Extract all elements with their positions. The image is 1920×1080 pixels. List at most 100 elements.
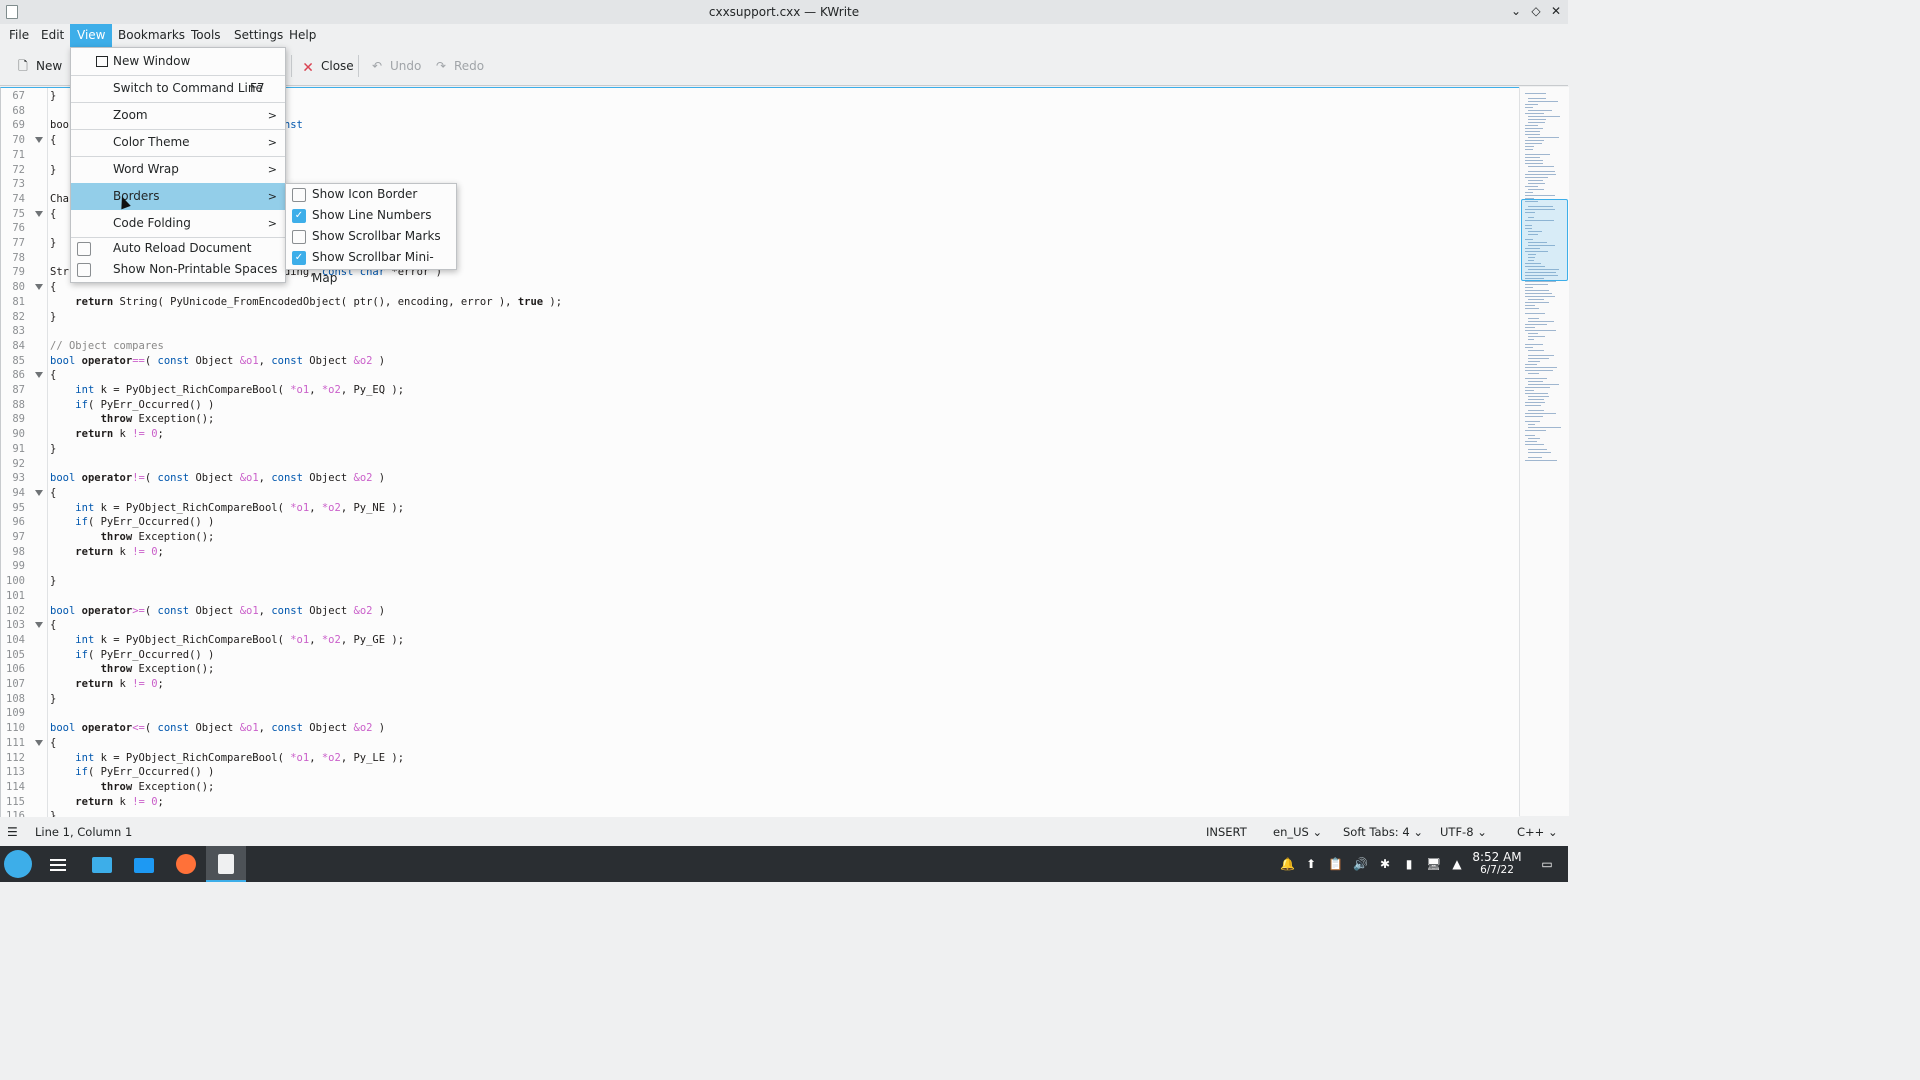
menu-edit[interactable]: Edit [34,24,71,47]
fold-arrow-icon[interactable] [35,137,43,144]
code-line[interactable]: 108} [1,692,1501,707]
menu-item-word-wrap[interactable]: Word Wrap > [71,156,285,183]
discover-store-icon[interactable] [88,850,116,878]
battery-icon[interactable]: ▮ [1402,857,1416,871]
syntax-selector[interactable]: C++ ⌄ [1517,820,1558,844]
sidebar-toggle-icon[interactable]: ☰ [7,820,18,844]
menu-item-color-theme[interactable]: Color Theme > [71,129,285,156]
minimize-icon[interactable]: ⌄ [1508,3,1524,19]
network-icon[interactable]: 🖥 [1426,857,1441,871]
menu-file[interactable]: File [2,24,36,47]
minimap-viewport[interactable] [1521,199,1568,281]
code-line[interactable]: 113 if( PyErr_Occurred() ) [1,765,1501,780]
menu-item-new-window[interactable]: New Window [71,48,285,75]
code-line[interactable]: 100} [1,574,1501,589]
code-line[interactable]: 97 throw Exception(); [1,530,1501,545]
menu-item-code-folding[interactable]: Code Folding > [71,210,285,237]
dictionary-selector[interactable]: en_US ⌄ [1273,820,1322,844]
menu-item-show-icon-border[interactable]: Show Icon Border [286,184,456,205]
fold-arrow-icon[interactable] [35,622,43,629]
code-line[interactable]: 105 if( PyErr_Occurred() ) [1,648,1501,663]
new-button[interactable]: 🗋 New [16,57,62,75]
menu-item-zoom[interactable]: Zoom > [71,102,285,129]
task-manager-icon[interactable] [44,850,72,878]
maximize-icon[interactable]: ◇ [1528,3,1544,19]
code-line[interactable]: 101 [1,589,1501,604]
cursor-position[interactable]: Line 1, Column 1 [35,820,132,844]
menu-bookmarks[interactable]: Bookmarks [111,24,192,47]
menu-item-show-line-numbers[interactable]: ✓ Show Line Numbers [286,205,456,226]
clipboard-icon[interactable]: 📋 [1328,857,1343,871]
clock[interactable]: 8:52 AM 6/7/22 [1466,851,1528,877]
encoding-selector[interactable]: UTF-8 ⌄ [1440,820,1487,844]
close-button[interactable]: 🗙 Close [301,57,353,75]
code-line[interactable]: 110 bool operator<=( const Object &o1, co… [1,721,1501,736]
redo-button[interactable]: ↷ Redo [434,57,484,75]
menu-item-show-scrollbar-minimap[interactable]: ✓ Show Scrollbar Mini-Map [286,247,456,285]
code-line[interactable]: 85 bool operator==( const Object &o1, con… [1,354,1501,369]
menu-item-borders[interactable]: Borders > [71,183,285,210]
tray-expand-icon[interactable]: ▲ [1450,857,1464,871]
file-manager-icon[interactable] [130,850,158,878]
code-line[interactable]: 102 bool operator>=( const Object &o1, co… [1,604,1501,619]
fold-arrow-icon[interactable] [35,489,43,496]
code-line[interactable]: 95 int k = PyObject_RichCompareBool( *o1… [1,501,1501,516]
code-line[interactable]: 93 bool operator!=( const Object &o1, con… [1,471,1501,486]
fedora-launcher-icon[interactable] [4,850,32,878]
code-line[interactable]: 107 return k != 0; [1,677,1501,692]
code-line[interactable]: 86 { [1,368,1501,383]
non-printable-checkbox[interactable] [77,263,91,277]
code-line[interactable]: 96 if( PyErr_Occurred() ) [1,515,1501,530]
menu-item-switch-command-line[interactable]: Switch to Command Line F7 [71,75,285,102]
minimap-checkbox[interactable]: ✓ [292,251,306,265]
scrollbar-marks-checkbox[interactable] [292,230,306,244]
code-line[interactable]: 94 { [1,486,1501,501]
fold-arrow-icon[interactable] [35,739,43,746]
menu-settings[interactable]: Settings [227,24,290,47]
code-line[interactable]: 116} [1,809,1501,817]
code-line[interactable]: 115 return k != 0; [1,795,1501,810]
volume-icon[interactable]: 🔊 [1353,857,1368,871]
fold-arrow-icon[interactable] [35,284,43,291]
firefox-icon[interactable] [172,850,200,878]
notifications-icon[interactable]: 🔔 [1280,857,1295,871]
code-line[interactable]: 106 throw Exception(); [1,662,1501,677]
code-line[interactable]: 89 throw Exception(); [1,412,1501,427]
code-line[interactable]: 82} [1,310,1501,325]
code-line[interactable]: 112 int k = PyObject_RichCompareBool( *o… [1,751,1501,766]
code-line[interactable]: 90 return k != 0; [1,427,1501,442]
input-mode[interactable]: INSERT [1206,820,1247,844]
code-line[interactable]: 103 { [1,618,1501,633]
code-line[interactable]: 98 return k != 0; [1,545,1501,560]
show-desktop-icon[interactable]: ▭ [1540,857,1554,871]
code-line[interactable]: 114 throw Exception(); [1,780,1501,795]
line-numbers-checkbox[interactable]: ✓ [292,209,306,223]
menu-item-show-scrollbar-marks[interactable]: Show Scrollbar Marks [286,226,456,247]
code-line[interactable]: 81 return String( PyUnicode_FromEncodedO… [1,295,1501,310]
menu-tools[interactable]: Tools [184,24,228,47]
code-line[interactable]: 111 { [1,736,1501,751]
menu-item-non-printable-spaces[interactable]: Show Non-Printable Spaces [71,258,285,280]
updates-icon[interactable]: ⬆ [1304,857,1318,871]
menu-help[interactable]: Help [282,24,323,47]
close-window-icon[interactable]: ✕ [1548,3,1564,19]
code-line[interactable]: 104 int k = PyObject_RichCompareBool( *o… [1,633,1501,648]
code-line[interactable]: 91} [1,442,1501,457]
fold-arrow-icon[interactable] [35,372,43,379]
bluetooth-icon[interactable]: ✱ [1378,857,1392,871]
code-line[interactable]: 88 if( PyErr_Occurred() ) [1,398,1501,413]
auto-reload-checkbox[interactable] [77,242,91,256]
scrollbar-minimap[interactable] [1519,87,1569,816]
code-line[interactable]: 87 int k = PyObject_RichCompareBool( *o1… [1,383,1501,398]
code-line[interactable]: 99 [1,559,1501,574]
indentation-selector[interactable]: Soft Tabs: 4 ⌄ [1343,820,1423,844]
menu-view[interactable]: View [70,24,113,47]
kwrite-task-button[interactable] [206,846,246,882]
icon-border-checkbox[interactable] [292,188,306,202]
code-line[interactable]: 109 [1,706,1501,721]
code-line[interactable]: 92 [1,457,1501,472]
fold-arrow-icon[interactable] [35,210,43,217]
code-line[interactable]: 84 // Object compares [1,339,1501,354]
menu-item-auto-reload[interactable]: Auto Reload Document [71,237,285,259]
undo-button[interactable]: ↶ Undo [370,57,421,75]
